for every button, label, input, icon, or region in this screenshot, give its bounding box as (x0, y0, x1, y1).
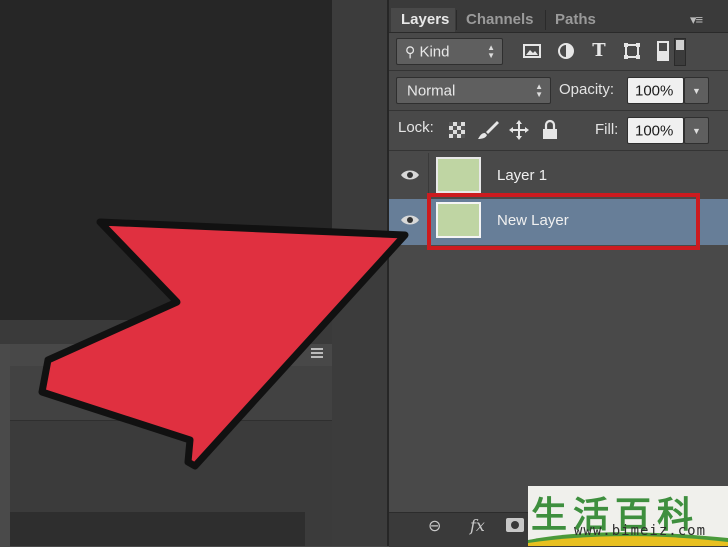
adjustment-filter-icon[interactable] (556, 41, 576, 61)
chevron-down-icon: ▼ (692, 126, 701, 136)
divider (389, 110, 728, 111)
watermark-url: www.bimeiz.com (574, 523, 707, 539)
chevron-down-icon: ▼ (692, 86, 701, 96)
canvas-scroll-strip (0, 320, 332, 344)
blend-mode-value: Normal (407, 82, 456, 99)
tab-layers[interactable]: Layers (391, 8, 455, 32)
blend-mode-select[interactable]: Normal ▲ ▼ (396, 77, 551, 104)
layer-name[interactable]: Layer 1 (497, 167, 547, 184)
image-filter-icon[interactable] (522, 41, 542, 61)
shape-filter-icon[interactable] (622, 41, 642, 61)
updown-arrows-icon: ▲ ▼ (535, 81, 543, 99)
opacity-value: 100% (635, 82, 674, 99)
document-canvas[interactable] (0, 0, 332, 320)
link-layers-icon[interactable]: ⊖ (428, 516, 441, 536)
panel-gutter (332, 0, 388, 546)
divider (389, 150, 728, 151)
lock-position-icon[interactable] (508, 119, 530, 141)
lock-transparent-icon[interactable] (448, 121, 466, 139)
type-filter-icon[interactable]: T (588, 40, 610, 62)
lock-paint-icon[interactable] (476, 119, 500, 141)
lock-all-icon[interactable] (541, 119, 559, 141)
panel-menu-icon[interactable]: ▾≡ (690, 12, 703, 28)
fill-dropdown-button[interactable]: ▼ (684, 117, 709, 144)
lower-panel-toolbar (10, 366, 332, 421)
tab-paths[interactable]: Paths (545, 8, 611, 32)
fill-label: Fill: (595, 121, 619, 138)
mask-icon[interactable] (506, 518, 524, 532)
fx-icon[interactable]: fx (470, 516, 485, 535)
updown-arrows-icon: ▲ ▼ (487, 42, 495, 60)
filter-kind-select[interactable]: ⚲ Kind ▲ ▼ (396, 38, 503, 65)
search-icon: ⚲ (405, 43, 416, 59)
layer-thumbnail (436, 157, 481, 193)
opacity-dropdown-button[interactable]: ▼ (684, 77, 709, 104)
lock-label: Lock: (398, 119, 434, 136)
smart-object-filter-icon[interactable] (655, 40, 671, 62)
fill-input[interactable]: 100% (627, 117, 684, 144)
eye-icon[interactable] (400, 213, 420, 227)
lower-panel-menu-icon[interactable] (309, 346, 325, 360)
opacity-input[interactable]: 100% (627, 77, 684, 104)
filter-kind-label: Kind (419, 43, 450, 60)
filter-toggle-switch[interactable] (674, 38, 686, 66)
divider (389, 70, 728, 71)
eye-icon[interactable] (400, 168, 420, 182)
lower-panel-header (10, 344, 332, 367)
opacity-label: Opacity: (559, 81, 615, 98)
fx-label: fx (470, 516, 485, 535)
lower-panel-content (10, 512, 305, 546)
highlight-box (427, 193, 700, 250)
fill-value: 100% (635, 122, 674, 139)
tab-channels[interactable]: Channels (456, 8, 544, 32)
